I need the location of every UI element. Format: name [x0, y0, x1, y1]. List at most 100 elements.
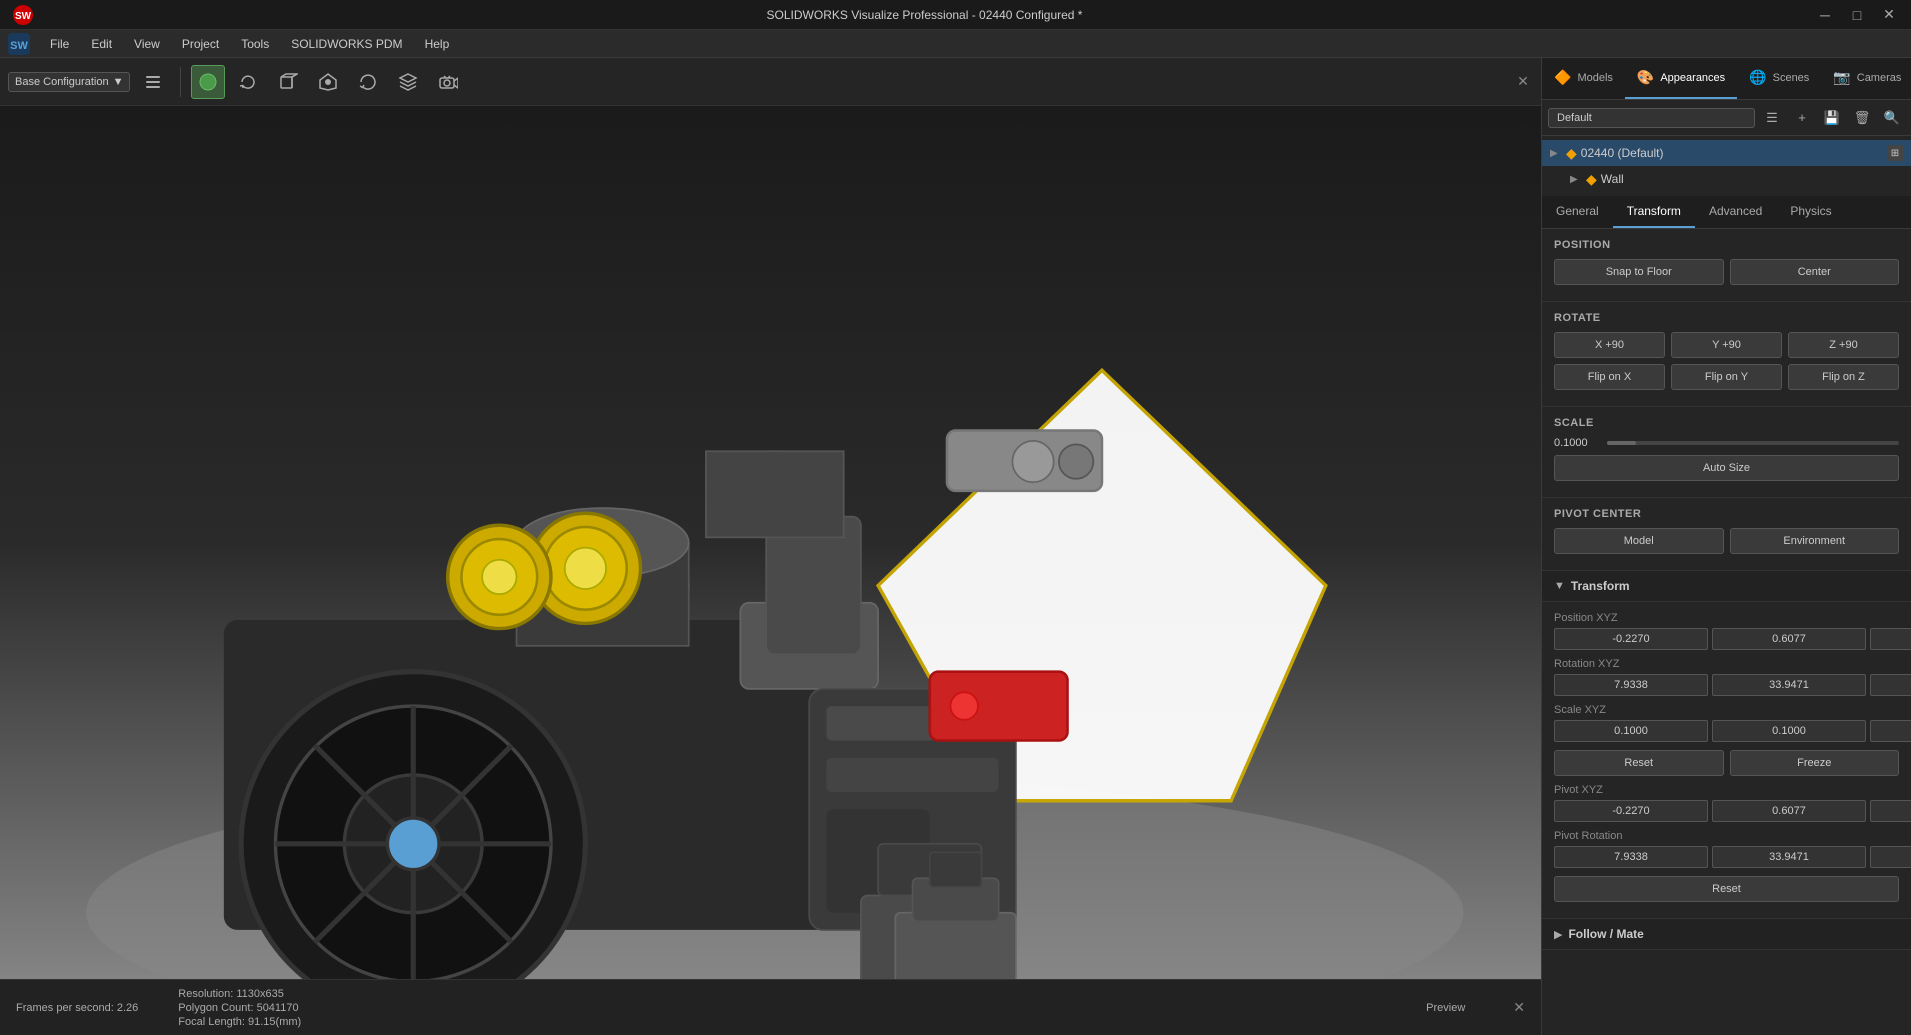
panel-add-button[interactable]: +	[1789, 105, 1815, 131]
scale-slider[interactable]	[1607, 441, 1899, 445]
menu-project[interactable]: Project	[172, 33, 229, 55]
position-y-input[interactable]	[1712, 628, 1866, 650]
position-buttons: Snap to Floor Center	[1554, 259, 1899, 285]
panel-search-button[interactable]: 🔍	[1879, 105, 1905, 131]
panel-save-button[interactable]: 💾	[1819, 105, 1845, 131]
scale-z-input[interactable]	[1870, 720, 1911, 742]
reset2-button[interactable]: Reset	[1554, 876, 1899, 902]
transform-section-label: Transform	[1571, 579, 1630, 593]
cameras-tab-icon: 📷	[1833, 69, 1850, 86]
rotate-button[interactable]	[231, 65, 265, 99]
scale-xyz-inputs	[1554, 720, 1899, 742]
tab-appearances[interactable]: 🎨 Appearances	[1625, 58, 1737, 99]
tree-arrow-icon: ▶	[1550, 148, 1562, 159]
position-z-input[interactable]	[1870, 628, 1911, 650]
freeze-button[interactable]: Freeze	[1730, 750, 1900, 776]
reset2-row: Reset	[1554, 876, 1899, 902]
toolbar-separator	[180, 67, 181, 97]
scale-y-input[interactable]	[1712, 720, 1866, 742]
rotate-x90-button[interactable]: X +90	[1554, 332, 1665, 358]
scale-x-input[interactable]	[1554, 720, 1708, 742]
focal-display: Focal Length: 91.15(mm)	[178, 1016, 301, 1028]
menu-help[interactable]: Help	[415, 33, 460, 55]
auto-size-row: Auto Size	[1554, 455, 1899, 481]
3d-viewport[interactable]	[0, 106, 1541, 979]
tree-item-02440[interactable]: ▶ ◆ 02440 (Default) ⊞	[1542, 140, 1911, 166]
tree-item-wall[interactable]: ▶ ◆ Wall	[1542, 166, 1911, 192]
model-search-input[interactable]	[1548, 108, 1755, 128]
panel-tabs: 🔶 Models 🎨 Appearances 🌐 Scenes 📷 Camera…	[1542, 58, 1911, 100]
transform-section-header[interactable]: ▼ Transform	[1542, 571, 1911, 602]
pivot-rot-y-input[interactable]	[1712, 846, 1866, 868]
tab-transform[interactable]: Transform	[1613, 196, 1695, 228]
position-xyz-label: Position XYZ	[1554, 612, 1899, 624]
config-dropdown[interactable]: Base Configuration ▼	[8, 72, 130, 92]
pivot-xyz-group: Pivot XYZ	[1554, 784, 1899, 822]
flip-x-button[interactable]: Flip on X	[1554, 364, 1665, 390]
pivot-rot-x-input[interactable]	[1554, 846, 1708, 868]
tab-physics[interactable]: Physics	[1776, 196, 1845, 228]
center-button[interactable]: Center	[1730, 259, 1900, 285]
pivot-rotation-inputs	[1554, 846, 1899, 868]
tab-cameras[interactable]: 📷 Cameras	[1821, 58, 1911, 99]
panel-menu-button[interactable]: ☰	[1759, 105, 1785, 131]
rotation-x-input[interactable]	[1554, 674, 1708, 696]
pivot-center-section: Pivot Center Model Environment	[1542, 498, 1911, 571]
statusbar-close-button[interactable]: ✕	[1513, 999, 1525, 1016]
tab-scenes[interactable]: 🌐 Scenes	[1737, 58, 1821, 99]
pivot-z-input[interactable]	[1870, 800, 1911, 822]
materials-button[interactable]	[311, 65, 345, 99]
follow-mate-label: Follow / Mate	[1568, 927, 1643, 941]
pivot-rot-z-input[interactable]	[1870, 846, 1911, 868]
camera-button[interactable]	[431, 65, 465, 99]
flip-y-button[interactable]: Flip on Y	[1671, 364, 1782, 390]
pivot-center-title: Pivot Center	[1554, 508, 1899, 520]
pivot-center-buttons: Model Environment	[1554, 528, 1899, 554]
menu-view[interactable]: View	[124, 33, 170, 55]
tab-models[interactable]: 🔶 Models	[1542, 58, 1625, 99]
rotate-y90-button[interactable]: Y +90	[1671, 332, 1782, 358]
position-section: Position Snap to Floor Center	[1542, 229, 1911, 302]
list-view-button[interactable]	[136, 65, 170, 99]
rotation-y-input[interactable]	[1712, 674, 1866, 696]
maximize-button[interactable]: □	[1843, 5, 1871, 25]
flip-z-button[interactable]: Flip on Z	[1788, 364, 1899, 390]
close-button[interactable]: ✕	[1875, 5, 1903, 25]
menu-tools[interactable]: Tools	[231, 33, 279, 55]
rotation-xyz-group: Rotation XYZ	[1554, 658, 1899, 696]
toolbar-close-button[interactable]: ✕	[1513, 72, 1533, 92]
layers-button[interactable]	[391, 65, 425, 99]
tab-advanced[interactable]: Advanced	[1695, 196, 1776, 228]
position-x-input[interactable]	[1554, 628, 1708, 650]
tree-expand-button[interactable]: ⊞	[1887, 145, 1903, 161]
pivot-x-input[interactable]	[1554, 800, 1708, 822]
rotate-z90-button[interactable]: Z +90	[1788, 332, 1899, 358]
snap-to-floor-button[interactable]: Snap to Floor	[1554, 259, 1724, 285]
config-label: Base Configuration	[15, 76, 109, 88]
viewport-toolbar: Base Configuration ▼	[0, 58, 1541, 106]
panel-delete-button[interactable]: 🗑	[1849, 105, 1875, 131]
pivot-model-button[interactable]: Model	[1554, 528, 1724, 554]
reset-button[interactable]: Reset	[1554, 750, 1724, 776]
refresh-button[interactable]	[351, 65, 385, 99]
scale-slider-track	[1607, 441, 1636, 445]
follow-mate-section[interactable]: ▶ Follow / Mate	[1542, 919, 1911, 950]
minimize-button[interactable]: ─	[1811, 5, 1839, 25]
scale-section: Scale 0.1000 Auto Size	[1542, 407, 1911, 498]
menubar: SW File Edit View Project Tools SOLIDWOR…	[0, 30, 1911, 58]
app-logo: SW	[4, 30, 34, 58]
title-logo: SW	[8, 1, 38, 29]
appearances-tab-icon: 🎨	[1637, 69, 1654, 86]
property-tabs: General Transform Advanced Physics	[1542, 196, 1911, 229]
menu-edit[interactable]: Edit	[81, 33, 122, 55]
rotation-z-input[interactable]	[1870, 674, 1911, 696]
main-layout: Base Configuration ▼	[0, 58, 1911, 1035]
pivot-environment-button[interactable]: Environment	[1730, 528, 1900, 554]
auto-size-button[interactable]: Auto Size	[1554, 455, 1899, 481]
tab-general[interactable]: General	[1542, 196, 1613, 228]
menu-file[interactable]: File	[40, 33, 79, 55]
menu-solidworks-pdm[interactable]: SOLIDWORKS PDM	[281, 33, 412, 55]
box-button[interactable]	[271, 65, 305, 99]
pivot-y-input[interactable]	[1712, 800, 1866, 822]
sphere-button[interactable]	[191, 65, 225, 99]
